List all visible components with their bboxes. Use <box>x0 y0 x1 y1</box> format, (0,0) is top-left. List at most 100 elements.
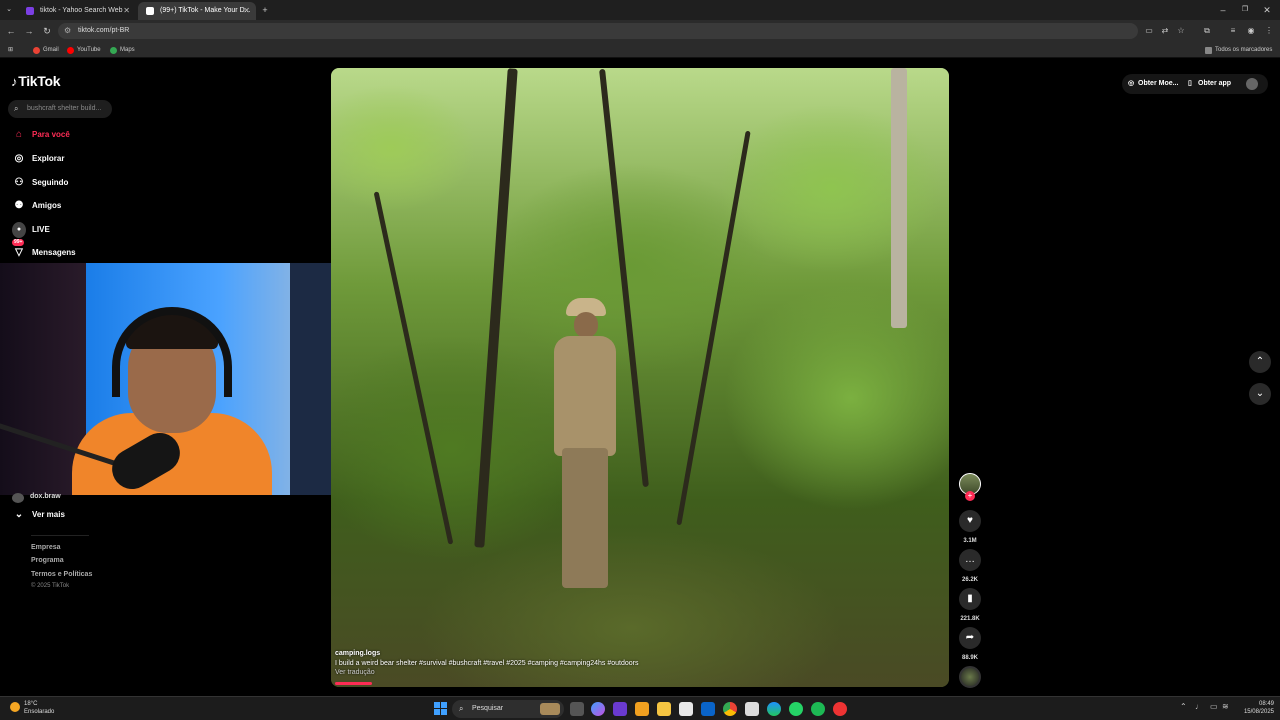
bookmark-label: YouTube <box>77 47 101 53</box>
get-app-button[interactable]: Obter app <box>1198 74 1231 94</box>
following-icon: ⚇ <box>14 177 24 188</box>
share-icon: ➦ <box>959 627 981 649</box>
bookmark-star-icon[interactable]: ☆ <box>1174 24 1188 38</box>
comment-button[interactable]: … 26.2K <box>958 549 982 583</box>
spotify-icon[interactable] <box>811 702 825 716</box>
close-tab-icon[interactable]: ✕ <box>123 2 130 20</box>
profile-icon[interactable]: ◉ <box>1244 24 1258 38</box>
minimize-icon[interactable]: – <box>1216 3 1230 17</box>
maximize-icon[interactable]: ❐ <box>1238 3 1252 17</box>
tray-chevron-icon[interactable]: ⌃ <box>1180 702 1187 711</box>
file-explorer-icon[interactable] <box>657 702 671 716</box>
search-icon: ⌕ <box>14 104 19 113</box>
bookmark-maps[interactable]: Maps <box>110 44 135 56</box>
user-avatar[interactable] <box>1246 78 1258 90</box>
chrome-icon[interactable] <box>723 702 737 716</box>
tiktok-favicon-icon <box>146 7 154 15</box>
nav-live[interactable]: ● LIVE <box>12 222 50 238</box>
tiktok-logo[interactable]: ♪TikTok <box>11 73 61 89</box>
weather-desc: Ensolarado <box>24 709 55 715</box>
video-progress-bar[interactable] <box>335 682 372 685</box>
following-account[interactable]: dox.braw <box>12 493 61 503</box>
get-coins-button[interactable]: Obter Moe... <box>1138 74 1178 94</box>
outlook-icon[interactable] <box>701 702 715 716</box>
nav-label: Amigos <box>32 201 62 210</box>
new-tab-button[interactable]: + <box>258 3 272 17</box>
windows-start-icon[interactable] <box>434 702 448 716</box>
media-icon[interactable]: ≡ <box>1226 24 1240 38</box>
bookmark-label: Todos os marcadores <box>1215 47 1273 53</box>
nav-mensagens[interactable]: ▽ 99+ Mensagens <box>12 239 76 261</box>
cast-icon[interactable]: ▭ <box>1142 24 1156 38</box>
video-author[interactable]: camping.logs <box>335 650 935 657</box>
app-icon[interactable] <box>613 702 627 716</box>
extensions-icon[interactable]: ⧉ <box>1200 24 1214 38</box>
footer-link-empresa[interactable]: Empresa <box>31 544 61 551</box>
heart-icon: ♥ <box>959 510 981 532</box>
app-icon[interactable] <box>635 702 649 716</box>
display-icon[interactable]: ▭ <box>1210 702 1218 711</box>
friends-icon: ⚉ <box>14 200 24 211</box>
bookmark-gmail[interactable]: Gmail <box>33 44 59 56</box>
like-button[interactable]: ♥ 3.1M <box>958 510 982 544</box>
forward-icon[interactable]: → <box>22 24 36 38</box>
yahoo-favicon-icon <box>26 7 34 15</box>
nav-seguindo[interactable]: ⚇ Seguindo <box>12 175 69 191</box>
copilot-icon[interactable] <box>591 702 605 716</box>
all-bookmarks[interactable]: Todos os marcadores <box>1205 44 1272 56</box>
tab-yahoo-search[interactable]: tiktok - Yahoo Search Web ✕ <box>18 2 136 20</box>
nav-amigos[interactable]: ⚉ Amigos <box>12 198 62 214</box>
nav-explorar[interactable]: ◎ Explorar <box>12 151 65 167</box>
video-player[interactable]: camping.logs I build a weird bear shelte… <box>331 68 949 687</box>
follow-plus-icon[interactable]: + <box>965 491 975 501</box>
music-disc-icon[interactable] <box>959 666 981 688</box>
reload-icon[interactable]: ↻ <box>40 24 54 38</box>
tab-search-icon[interactable]: ⌄ <box>2 3 16 17</box>
apps-icon[interactable]: ⊞ <box>8 44 13 56</box>
translate-link[interactable]: Ver tradução <box>335 669 935 676</box>
clock-date: 15/08/2025 <box>1243 709 1274 715</box>
search-placeholder: bushcraft shelter build... <box>27 105 102 112</box>
whatsapp-icon[interactable] <box>789 702 803 716</box>
comment-icon: … <box>959 549 981 571</box>
window-close-icon[interactable]: ✕ <box>1260 3 1274 17</box>
notepad-icon[interactable] <box>745 702 759 716</box>
like-count: 3.1M <box>963 538 977 544</box>
caption-text: I build a weird bear shelter #survival #… <box>335 660 639 667</box>
maps-icon <box>110 47 117 54</box>
obs-icon[interactable] <box>833 702 847 716</box>
footer-link-termos[interactable]: Termos e Políticas <box>31 571 92 578</box>
save-button[interactable]: ▮ 221.8K <box>958 588 982 622</box>
menu-icon[interactable]: ⋮ <box>1262 24 1276 38</box>
search-label: Pesquisar <box>472 705 504 712</box>
previous-video-button[interactable]: ⌃ <box>1249 351 1271 373</box>
system-clock[interactable]: 08:49 15/08/2025 <box>1234 700 1274 716</box>
mic-icon[interactable]: ♩ <box>1195 702 1203 711</box>
next-video-button[interactable]: ⌄ <box>1249 383 1271 405</box>
site-info-icon[interactable]: ⚙ <box>64 23 71 39</box>
edge-icon[interactable] <box>767 702 781 716</box>
see-more-button[interactable]: ⌄ Ver mais <box>12 507 65 523</box>
sun-icon <box>10 702 20 712</box>
back-icon[interactable]: ← <box>4 24 18 38</box>
search-input[interactable]: ⌕ bushcraft shelter build... <box>8 100 112 118</box>
tab-tiktok[interactable]: (99+) TikTok - Make Your D... ✕ <box>138 2 256 20</box>
close-tab-icon[interactable]: ✕ <box>243 2 250 20</box>
share-button[interactable]: ➦ 88.9K <box>958 627 982 661</box>
weather-widget[interactable]: 18°C Ensolarado <box>10 700 54 716</box>
gmail-icon <box>33 47 40 54</box>
taskbar-search[interactable]: ⌕ Pesquisar <box>452 700 564 718</box>
tiktok-note-icon: ♪ <box>11 74 18 89</box>
nav-para-voce[interactable]: ⌂ Para você <box>12 127 70 143</box>
divider <box>31 535 89 536</box>
taskbar: 18°C Ensolarado ⌕ Pesquisar ⌃ ♩ ▭ ≋ 08:4… <box>0 696 1280 720</box>
translate-icon[interactable]: ⇄ <box>1158 24 1172 38</box>
store-icon[interactable] <box>679 702 693 716</box>
footer-link-programa[interactable]: Programa <box>31 557 64 564</box>
wifi-icon[interactable]: ≋ <box>1222 702 1229 711</box>
see-more-label: Ver mais <box>32 510 65 519</box>
task-view-icon[interactable] <box>570 702 584 716</box>
phone-icon: ▯ <box>1188 80 1192 87</box>
bookmark-youtube[interactable]: YouTube <box>67 44 101 56</box>
url-input[interactable]: ⚙ tiktok.com/pt-BR <box>58 23 1138 39</box>
